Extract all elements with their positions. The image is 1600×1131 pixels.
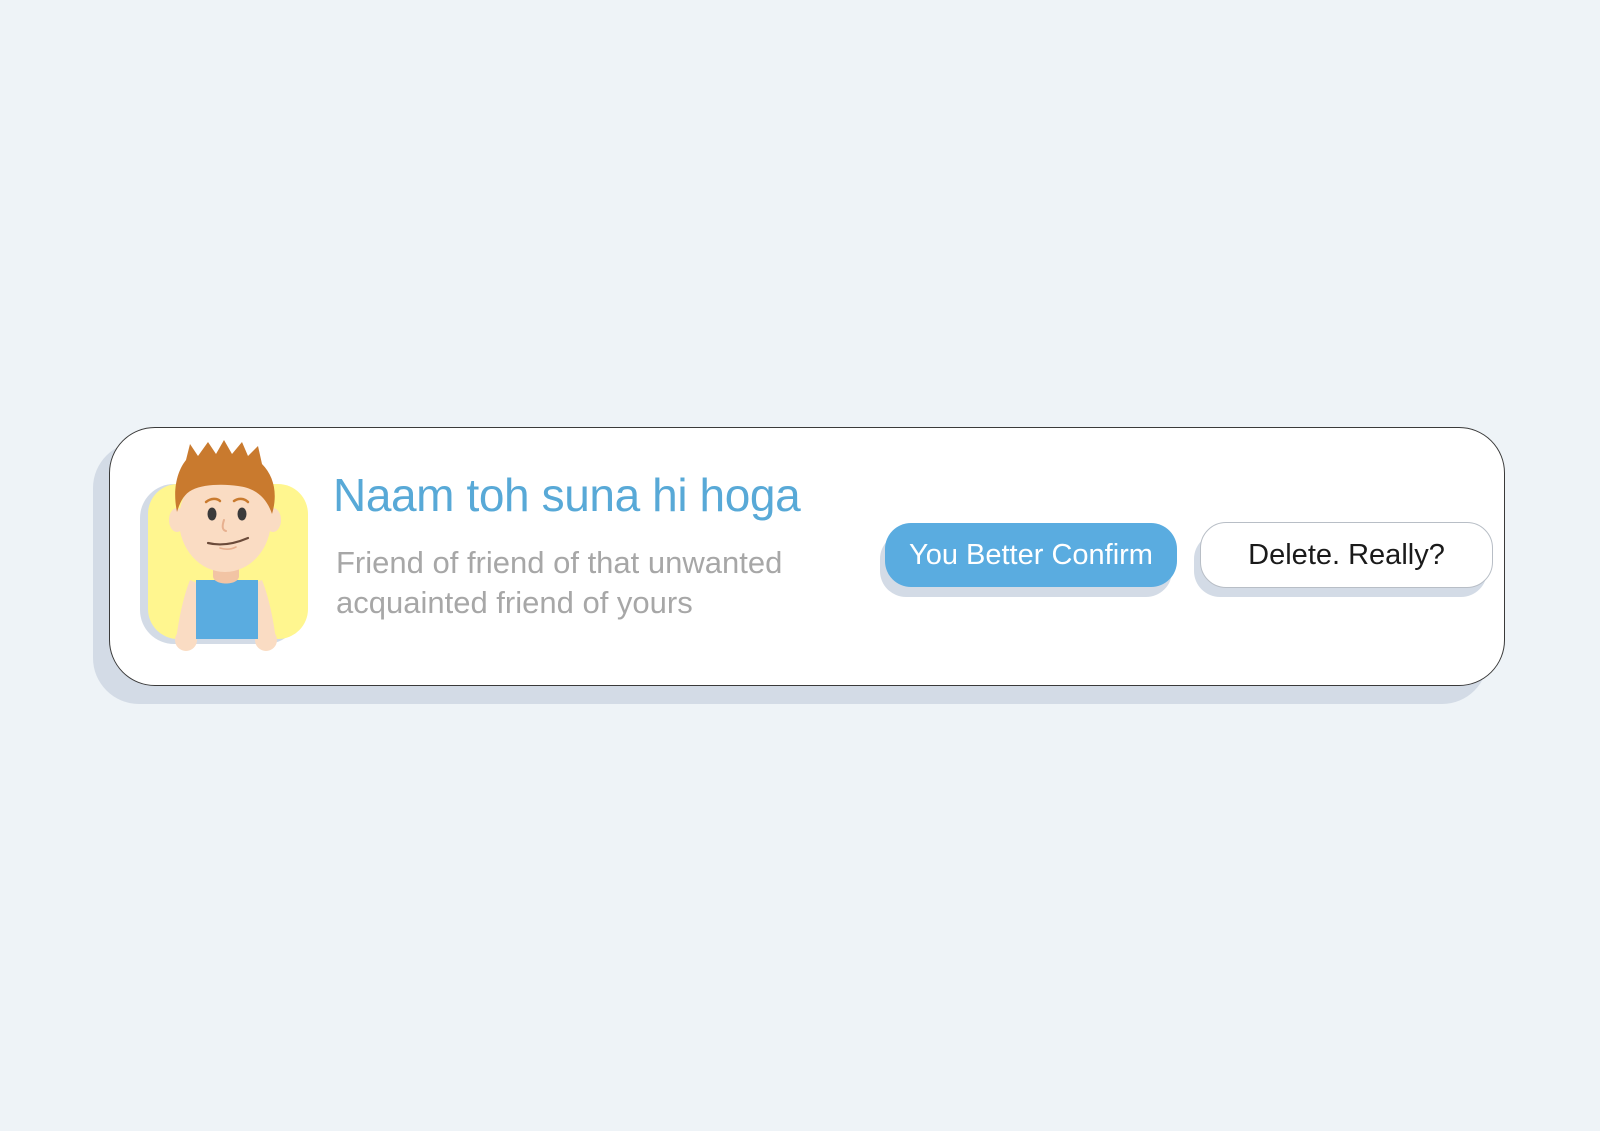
cartoon-boy-avatar-icon	[140, 440, 308, 651]
description-line-2: acquainted friend of yours	[336, 585, 693, 620]
confirm-button[interactable]: You Better Confirm	[885, 523, 1177, 587]
description-line-1: Friend of friend of that unwanted	[336, 545, 783, 580]
avatar	[138, 440, 312, 656]
delete-button[interactable]: Delete. Really?	[1200, 522, 1493, 588]
requester-description: Friend of friend of that unwanted acquai…	[336, 543, 856, 623]
requester-name: Naam toh suna hi hoga	[333, 469, 801, 521]
